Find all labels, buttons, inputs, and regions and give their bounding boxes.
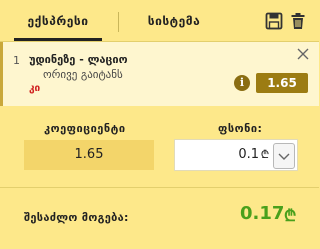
tab-separator [118,12,119,32]
stake-input[interactable]: 0.1 ₾ [174,139,298,171]
possible-win-label: შესაძლო მოგება: [24,211,129,224]
bet-number: 1 [13,54,20,67]
currency-symbol: ₾ [260,148,270,161]
info-icon[interactable]: i [234,75,250,91]
market-name: ორივე გაიტანს [43,68,123,81]
selection-pick: კი [29,83,41,94]
chevron-down-icon [278,153,290,160]
tab-system[interactable]: სისტემა [134,0,214,40]
bet-card: 1 უდინეზე - ლაციო ორივე გაიტანს კი i 1.6… [0,42,319,106]
betslip-tabs: ექსპრესი სისტემა [0,0,319,41]
stake-value[interactable]: 0.1 [238,140,259,170]
possible-win-value: 0.17 [240,203,285,224]
stake-label: ფსონი: [218,122,263,135]
odds-label: კოეფიციენტი [44,122,126,135]
stake-panel: კოეფიციენტი ფსონი: 1.65 0.1 ₾ შესაძლო მო… [0,107,319,249]
win-currency-symbol: ₾ [284,206,297,225]
match-title[interactable]: უდინეზე - ლაციო [29,53,128,66]
close-icon[interactable] [296,47,310,61]
total-odds-field: 1.65 [24,140,154,170]
panel-divider [0,187,319,188]
stake-dropdown-button[interactable] [273,143,295,169]
selection-odds: 1.65 [256,73,308,93]
tab-express[interactable]: ექსპრესი [14,0,102,40]
save-icon[interactable] [265,12,283,30]
trash-icon[interactable] [289,12,307,30]
